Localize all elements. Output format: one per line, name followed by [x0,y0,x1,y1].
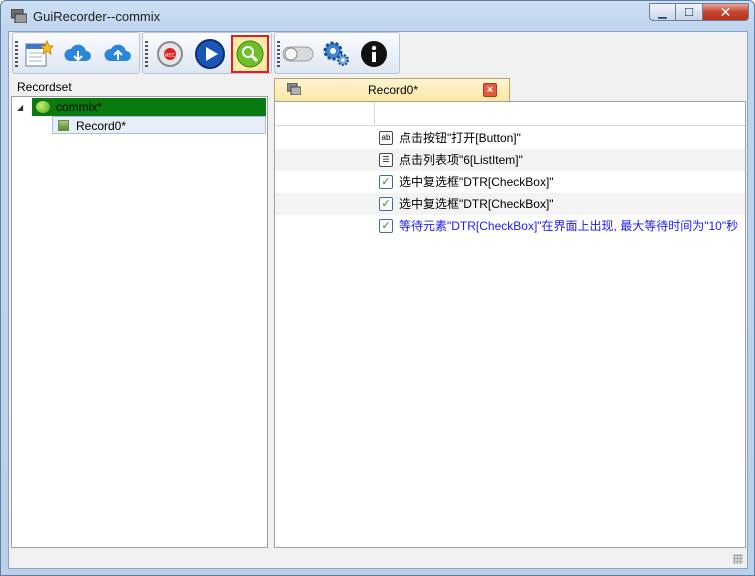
download-button[interactable] [61,37,95,71]
window-controls: ▁ ☐ ✕ [649,3,749,21]
record-button[interactable]: REC [153,37,187,71]
title-bar[interactable]: GuiRecorder--commix ▁ ☐ ✕ [1,1,754,31]
info-icon [361,41,387,67]
settings-button[interactable] [319,37,353,71]
toolbar-grip[interactable] [145,41,148,67]
list-item-action-icon: ☰ [379,153,393,167]
step-row[interactable]: ✓ 选中复选框"DTR[CheckBox]" [275,193,745,215]
record-editor: Record0* × ab 点击按钮"打开[Button]" ☰ 点击列表项"6… [274,78,746,548]
toggle-button[interactable] [281,37,315,71]
tab-close-icon[interactable]: × [483,83,497,97]
toolbar-options [274,32,400,74]
info-button[interactable] [357,37,391,71]
tree-item-record[interactable]: Record0* [52,116,266,134]
tree-item-label: commix* [56,100,103,114]
settings-gear-icon [323,41,349,66]
record-file-icon [58,120,69,131]
step-row[interactable]: ab 点击按钮"打开[Button]" [275,127,745,149]
cloud-upload-icon [104,44,131,61]
tab-label: Record0* [367,83,419,97]
toolbar-run: REC [142,32,272,74]
step-text: 等待元素"DTR[CheckBox]"在界面上出现, 最大等待时间为"10"秒 [399,219,739,233]
svg-text:REC: REC [165,53,176,59]
play-icon [195,39,225,69]
checkbox-action-icon: ✓ [379,175,393,189]
tree-collapse-icon[interactable]: ◢ [17,103,23,112]
recordset-icon [36,101,50,113]
column-divider[interactable] [374,102,375,126]
cloud-download-icon [64,44,91,62]
tab-record0[interactable]: Record0* × [274,78,510,101]
tree-item-label: Record0* [76,119,127,133]
step-text: 点击按钮"打开[Button]" [399,131,521,145]
button-action-icon: ab [379,131,393,145]
status-bar [11,550,745,566]
recordset-tree: ◢ commix* Record0* [11,96,268,548]
maximize-button[interactable]: ☐ [676,3,703,21]
tree-item-root[interactable]: commix* [32,98,266,116]
toolbar-grip[interactable] [15,41,18,67]
step-row[interactable]: ✓ 等待元素"DTR[CheckBox]"在界面上出现, 最大等待时间为"10"… [275,215,745,237]
client-area: REC Recordset ◢ commix* Record0* Record0… [8,31,748,569]
play-button[interactable] [193,37,227,71]
checkbox-action-icon: ✓ [379,219,393,233]
toolbar-grip[interactable] [277,41,280,67]
steps-list: ab 点击按钮"打开[Button]" ☰ 点击列表项"6[ListItem]"… [274,101,746,548]
close-button[interactable]: ✕ [703,3,749,21]
app-icon [11,9,27,23]
step-text: 选中复选框"DTR[CheckBox]" [399,197,554,211]
record-icon: REC [157,41,183,67]
toolbar-file [12,32,140,74]
checkbox-action-icon: ✓ [379,197,393,211]
step-row[interactable]: ☰ 点击列表项"6[ListItem]" [275,149,745,171]
main-window: GuiRecorder--commix ▁ ☐ ✕ REC Recordset … [0,0,755,576]
new-record-icon [25,39,53,67]
recordset-header: Recordset [11,78,268,96]
upload-button[interactable] [101,37,135,71]
step-text: 点击列表项"6[ListItem]" [399,153,523,167]
minimize-button[interactable]: ▁ [649,3,676,21]
window-title: GuiRecorder--commix [33,9,161,24]
list-header [275,102,745,126]
step-text: 选中复选框"DTR[CheckBox]" [399,175,554,189]
resize-grip-icon[interactable] [733,554,743,564]
find-element-button[interactable] [231,35,269,73]
toggle-icon [282,46,314,62]
new-record-button[interactable] [21,37,55,71]
step-row[interactable]: ✓ 选中复选框"DTR[CheckBox]" [275,171,745,193]
search-icon [236,40,264,68]
